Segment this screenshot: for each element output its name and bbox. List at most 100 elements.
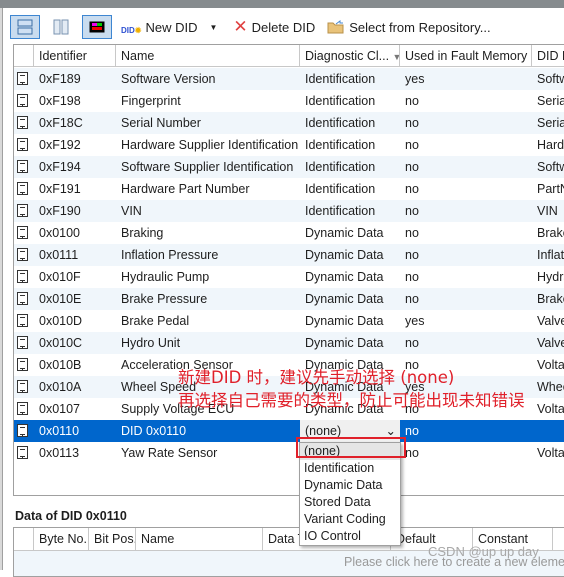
document-icon (17, 358, 28, 371)
row-header-corner (14, 528, 34, 550)
table-row[interactable]: 0xF191 Hardware Part Number Identificati… (14, 178, 564, 200)
row-header[interactable] (14, 288, 34, 310)
table-row[interactable]: 0xF198 Fingerprint Identification no Ser… (14, 90, 564, 112)
cell-fault-memory: no (405, 182, 419, 196)
document-icon (17, 380, 28, 393)
section-title: Data of DID 0x0110 (15, 509, 127, 523)
table-row[interactable]: 0xF194 Software Supplier Identification … (14, 156, 564, 178)
splitter (0, 8, 3, 570)
cell-fault-memory: no (405, 204, 419, 218)
document-icon (17, 72, 28, 85)
table-row[interactable]: 0xF190 VIN Identification no VIN (14, 200, 564, 222)
cell-name: Software Version (121, 72, 216, 86)
cell-name: Braking (121, 226, 164, 240)
document-icon (17, 314, 28, 327)
table-row[interactable]: 0x010D Brake Pedal Dynamic Data yes Valv… (14, 310, 564, 332)
row-header[interactable] (14, 134, 34, 156)
select-from-repository-button[interactable]: Select from Repository... (324, 15, 493, 39)
cell-name: DID 0x0110 (121, 424, 187, 438)
dropdown-option[interactable]: Variant Coding (300, 511, 400, 528)
cell-did-description: Voltag (537, 402, 564, 416)
cell-fault-memory: no (405, 424, 419, 438)
column-header[interactable]: Name (116, 45, 300, 66)
dropdown-option[interactable]: Stored Data (300, 494, 400, 511)
new-did-button[interactable]: DID✹ New DID (118, 15, 201, 39)
cell-name: Yaw Rate Sensor (121, 446, 218, 460)
row-header[interactable] (14, 332, 34, 354)
column-header[interactable]: Identifier (34, 45, 116, 66)
row-header[interactable] (14, 156, 34, 178)
column-header[interactable]: Diagnostic Cl... ▼ (300, 45, 400, 66)
row-header[interactable] (14, 442, 34, 464)
row-header-corner (14, 45, 34, 66)
horizontal-layout-button[interactable] (10, 15, 40, 39)
column-header[interactable]: Name (136, 528, 263, 550)
dropdown-option[interactable]: IO Control (300, 528, 400, 545)
row-header[interactable] (14, 178, 34, 200)
cell-did-description: Softw (537, 160, 564, 174)
table-header: Identifier Name Diagnostic Cl... ▼ Used … (14, 45, 564, 67)
cell-fault-memory: no (405, 138, 419, 152)
delete-icon: ✕ (233, 17, 248, 36)
table-row[interactable]: 0x010C Hydro Unit Dynamic Data no Valve (14, 332, 564, 354)
details-view-icon (89, 21, 105, 33)
row-header[interactable] (14, 310, 34, 332)
row-header[interactable] (14, 112, 34, 134)
row-header[interactable] (14, 398, 34, 420)
row-header[interactable] (14, 266, 34, 288)
row-header[interactable] (14, 68, 34, 90)
toolbar: DID✹ New DID ▼ ✕ Delete DID Select from Re… (10, 14, 500, 40)
table-row[interactable]: 0xF18C Serial Number Identification no S… (14, 112, 564, 134)
column-header[interactable]: Used in Fault Memory (400, 45, 532, 66)
cell-did-description (532, 420, 564, 442)
cell-identifier: 0xF192 (39, 138, 81, 152)
cell-identifier: 0x010A (39, 380, 82, 394)
cell-identifier: 0x0100 (39, 226, 81, 240)
table-row[interactable]: 0xF189 Software Version Identification y… (14, 68, 564, 90)
details-view-button[interactable] (82, 15, 112, 39)
document-icon (17, 94, 28, 107)
row-header[interactable] (14, 354, 34, 376)
row-header[interactable] (14, 420, 34, 442)
document-icon (17, 292, 28, 305)
dropdown-option[interactable]: Identification (300, 460, 400, 477)
cell-did-description: Seria (537, 116, 564, 130)
document-icon (17, 402, 28, 415)
new-did-dropdown[interactable]: ▼ (207, 15, 221, 39)
column-header[interactable]: Byte No. (34, 528, 89, 550)
table-row[interactable]: 0x010F Hydraulic Pump Dynamic Data no Hy… (14, 266, 564, 288)
document-icon (17, 138, 28, 151)
document-icon (17, 424, 28, 437)
cell-name: VIN (121, 204, 142, 218)
delete-did-button[interactable]: ✕ Delete DID (230, 15, 318, 39)
row-header[interactable] (14, 90, 34, 112)
cell-did-description: Hardv (537, 138, 564, 152)
cell-diagnostic-class: Identification (305, 116, 376, 130)
cell-identifier: 0xF198 (39, 94, 81, 108)
vertical-split-icon (53, 19, 69, 35)
document-icon (17, 226, 28, 239)
folder-open-icon (327, 20, 344, 34)
column-header[interactable]: Bit Pos. (89, 528, 136, 550)
row-header[interactable] (14, 244, 34, 266)
cell-name: Hydro Unit (121, 336, 181, 350)
cell-identifier: 0x010D (39, 314, 83, 328)
cell-did-description: Voltag (537, 446, 564, 460)
table-row[interactable]: 0x0113 Yaw Rate Sensor no Voltag (14, 442, 564, 464)
table-row[interactable]: 0x010E Brake Pressure Dynamic Data no Br… (14, 288, 564, 310)
table-row[interactable]: 0x0100 Braking Dynamic Data no Brake (14, 222, 564, 244)
table-row[interactable]: 0x0111 Inflation Pressure Dynamic Data n… (14, 244, 564, 266)
table-row[interactable]: 0x0110 DID 0x0110 (none) ⌄ no (14, 420, 564, 442)
cell-did-description: Valve (537, 314, 564, 328)
row-header[interactable] (14, 200, 34, 222)
row-header[interactable] (14, 222, 34, 244)
vertical-layout-button[interactable] (46, 15, 76, 39)
cell-diagnostic-class: Identification (305, 204, 376, 218)
table-row[interactable]: 0xF192 Hardware Supplier Identification … (14, 134, 564, 156)
row-header[interactable] (14, 376, 34, 398)
cell-fault-memory: no (405, 292, 419, 306)
cell-diagnostic-class: Dynamic Data (305, 336, 384, 350)
dropdown-option[interactable]: Dynamic Data (300, 477, 400, 494)
cell-identifier: 0x0111 (39, 248, 79, 262)
column-header[interactable]: DID D (532, 45, 564, 66)
